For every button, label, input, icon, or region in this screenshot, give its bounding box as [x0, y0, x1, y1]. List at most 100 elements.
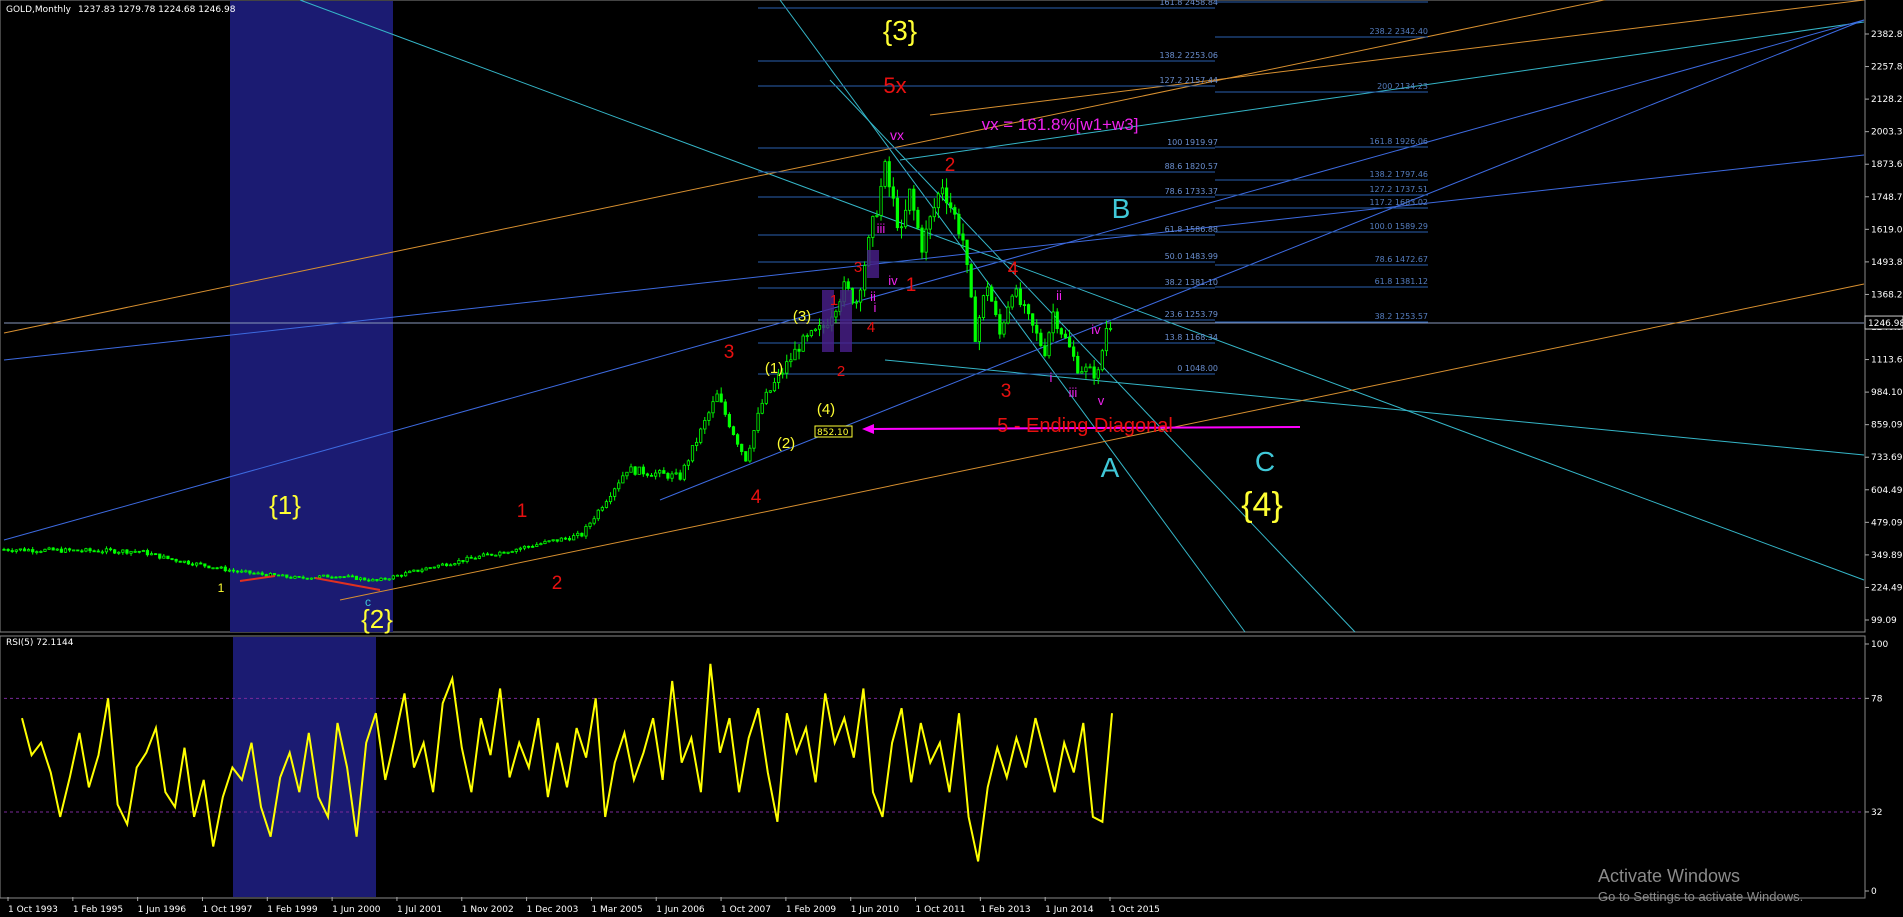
wave-label: 1 [218, 581, 225, 595]
price-candle-body [203, 563, 207, 567]
ohlc-label: 1237.83 1279.78 1224.68 1246.98 [78, 5, 236, 15]
price-candle-body [846, 281, 850, 289]
price-candle-body [875, 214, 879, 217]
price-candle-body [231, 569, 236, 572]
price-candle-body [793, 348, 797, 361]
wave-label: {4} [1241, 486, 1283, 524]
price-candle-body [797, 348, 801, 352]
y-tick-label: 984.10 [1871, 388, 1903, 398]
price-candle-body [346, 575, 350, 578]
price-candle-body [854, 301, 859, 304]
wave-label: 2 [552, 573, 563, 594]
x-tick-label: 1 Oct 2007 [721, 905, 771, 915]
price-candle-body [502, 551, 506, 554]
fib-extension-label: 161.8 1926.06 [1369, 137, 1428, 146]
price-candle-body [711, 401, 715, 414]
wave-label: vx [890, 127, 904, 143]
price-candle-body [1084, 366, 1088, 372]
price-candle-body [51, 547, 55, 551]
x-tick-label: 1 Oct 2015 [1110, 905, 1160, 915]
price-candle-body [301, 576, 305, 579]
price-candle-body [1076, 355, 1080, 374]
price-candle-body [26, 549, 31, 552]
price-candle-body [932, 207, 936, 218]
price-candle-body [858, 289, 863, 303]
price-candle-body [137, 550, 141, 553]
price-candle-body [354, 575, 359, 580]
price-candle-body [227, 569, 232, 572]
y-tick-label: 99.09 [1871, 616, 1897, 626]
price-candle-body [113, 549, 117, 554]
price-candle-body [440, 563, 445, 566]
price-candle-body [977, 317, 981, 342]
price-candle-body [641, 466, 645, 475]
price-candle-body [908, 188, 912, 211]
price-candle-body [14, 549, 18, 552]
price-candle-body [563, 537, 568, 540]
wave-label: 2 [945, 155, 956, 176]
price-candle-body [342, 576, 346, 579]
price-candle-body [326, 574, 330, 578]
price-candle-body [637, 466, 641, 475]
price-candle-body [195, 562, 199, 566]
fib-level-label: 50.0 1483.99 [1165, 252, 1218, 261]
price-candle-body [912, 188, 916, 211]
price-candle-body [145, 550, 150, 556]
price-candle-body [121, 549, 125, 553]
wave-box-overlay [867, 250, 879, 278]
rsi-y-tick-label: 78 [1871, 694, 1883, 704]
price-candle-body [883, 161, 887, 187]
price-candle-body [399, 574, 404, 577]
price-candle-body [752, 430, 756, 449]
price-candle-body [289, 576, 293, 579]
price-candle-body [395, 574, 400, 577]
price-candle-body [1018, 288, 1022, 305]
x-tick-label: 1 Mar 2005 [591, 905, 642, 915]
wave-label: 3 [1001, 381, 1012, 402]
price-candle-body [141, 550, 145, 552]
price-candle-body [740, 443, 744, 452]
price-candle-body [1002, 322, 1006, 335]
price-candle-body [625, 471, 629, 477]
price-candle-body [621, 475, 625, 484]
wave-label: A [1101, 452, 1120, 483]
price-candle-body [309, 577, 313, 580]
price-candle-body [580, 532, 584, 537]
price-candle-body [281, 574, 285, 577]
wave-label: C [1255, 446, 1275, 477]
price-candle-body [809, 330, 813, 337]
price-candle-body [887, 161, 891, 188]
price-candle-body [1047, 332, 1051, 357]
price-candle-body [895, 197, 900, 229]
wave-label: 1 [517, 501, 528, 522]
price-candle-body [449, 564, 453, 567]
wave-label: i [1050, 370, 1053, 385]
price-candle-body [1051, 311, 1055, 334]
price-candle-body [768, 390, 772, 393]
price-candle-body [522, 545, 527, 549]
price-candle-body [88, 548, 92, 552]
price-candle-body [949, 202, 953, 208]
price-candle-body [1100, 350, 1104, 371]
price-candle-body [252, 572, 256, 575]
price-candle-body [576, 532, 580, 536]
chart-panels [0, 0, 1866, 899]
price-candle-body [178, 560, 182, 563]
y-tick-label: 604.49 [1871, 486, 1903, 496]
price-candle-body [539, 543, 543, 546]
price-candle-body [1067, 337, 1072, 348]
y-tick-label: 1873.69 [1871, 160, 1903, 170]
price-candle-body [72, 549, 76, 552]
price-candle-body [186, 560, 191, 565]
price-candle-body [285, 574, 289, 578]
x-tick-label: 1 Jun 2000 [332, 905, 381, 915]
price-candle-body [1010, 295, 1014, 308]
price-candle-body [1080, 371, 1084, 374]
y-tick-label: 1113.69 [1871, 356, 1903, 366]
price-candle-body [416, 569, 420, 572]
price-candle-body [297, 576, 301, 578]
price-candle-body [322, 574, 326, 577]
price-candle-body [785, 361, 789, 374]
price-candle-body [22, 548, 27, 552]
price-candle-body [371, 578, 375, 582]
